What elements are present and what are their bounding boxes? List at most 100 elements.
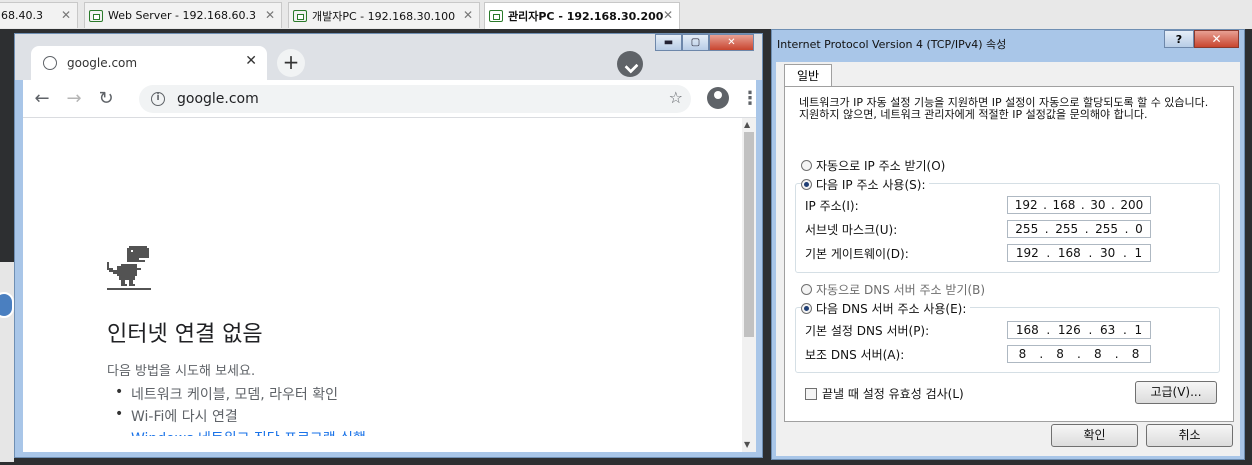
gateway-field[interactable]: 192. 168. 30. 1: [1007, 244, 1151, 262]
vertical-scrollbar[interactable]: ▲ ▼: [742, 118, 756, 452]
manual-dns-radio[interactable]: 다음 DNS 서버 주소 사용(E):: [801, 300, 971, 317]
page-content: 인터넷 연결 없음 다음 방법을 시도해 보세요. 네트워크 케이블, 모뎀, …: [23, 118, 756, 452]
chrome-toolbar: ← → ↻ i google.com ☆ ⋮: [23, 80, 759, 118]
radio-icon: [801, 284, 812, 295]
minimize-button[interactable]: ▬: [655, 34, 682, 51]
ok-button[interactable]: 확인: [1051, 424, 1138, 447]
octet: 255: [1015, 222, 1039, 236]
close-button[interactable]: ✕: [709, 34, 754, 51]
scroll-up-icon[interactable]: ▲: [744, 120, 750, 129]
octet: 30: [1090, 198, 1106, 212]
back-arrow-icon[interactable]: [0, 292, 14, 318]
auto-dns-radio[interactable]: 자동으로 DNS 서버 주소 받기(B): [801, 281, 985, 298]
radio-selected-icon: [801, 303, 812, 314]
url-text: google.com: [177, 91, 259, 107]
close-icon[interactable]: ✕: [61, 8, 71, 22]
preferred-dns-field[interactable]: 168. 126. 63. 1: [1007, 321, 1151, 339]
vm-icon: [293, 9, 307, 22]
octet: 255: [1095, 222, 1119, 236]
gateway-label: 기본 게이트웨이(D):: [805, 247, 909, 261]
vm-tab[interactable]: Web Server - 192.168.60.3 ✕: [84, 2, 282, 28]
vm-tab[interactable]: 68.40.3 ✕: [0, 2, 78, 28]
vm-icon: [89, 9, 103, 22]
alternate-dns-label: 보조 DNS 서버(A):: [805, 348, 905, 362]
octet: 192: [1015, 246, 1039, 260]
error-subtitle: 다음 방법을 시도해 보세요.: [107, 364, 256, 379]
globe-icon: [43, 56, 57, 70]
manual-dns-label: 다음 DNS 서버 주소 사용(E):: [816, 302, 967, 316]
scrollbar-thumb[interactable]: [744, 132, 754, 337]
dialog-title: Internet Protocol Version 4 (TCP/IPv4) 속…: [777, 38, 1007, 51]
dialog-body: 일반 네트워크가 IP 자동 설정 기능을 지원하면 IP 설정이 자동으로 할…: [776, 62, 1240, 456]
close-icon[interactable]: ✕: [463, 8, 473, 22]
vm-tab-active[interactable]: 관리자PC - 192.168.30.200 ✕: [484, 2, 680, 29]
octet: 200: [1120, 198, 1144, 212]
address-bar[interactable]: i google.com ☆: [139, 85, 691, 113]
chrome-window: google.com ✕ + ▬ ▢ ✕ ← → ↻ i google.com …: [14, 33, 763, 458]
forward-button[interactable]: →: [63, 88, 85, 109]
octet: 8: [1056, 347, 1064, 361]
browser-tab-title: google.com: [67, 56, 138, 70]
close-icon[interactable]: ✕: [265, 8, 275, 22]
window-controls: ▬ ▢ ✕: [655, 34, 754, 52]
ipv4-properties-dialog: Internet Protocol Version 4 (TCP/IPv4) 속…: [771, 29, 1245, 460]
advanced-button[interactable]: 고급(V)...: [1135, 381, 1217, 404]
auto-dns-label: 자동으로 DNS 서버 주소 받기(B): [816, 283, 986, 297]
help-button[interactable]: ?: [1164, 30, 1194, 48]
validate-label: 끝낼 때 설정 유효성 검사(L): [822, 387, 964, 401]
new-tab-button[interactable]: +: [277, 49, 305, 77]
octet: 1: [1134, 246, 1143, 260]
dinosaur-icon: [107, 246, 151, 290]
octet: 192: [1014, 198, 1038, 212]
info-icon[interactable]: i: [151, 92, 165, 106]
close-icon[interactable]: ✕: [663, 8, 673, 22]
vm-tab-label: Web Server - 192.168.60.3: [108, 9, 256, 22]
vm-icon: [489, 10, 503, 22]
vm-tab-label: 68.40.3: [1, 9, 43, 22]
reload-button[interactable]: ↻: [95, 88, 117, 109]
radio-icon: [801, 160, 812, 171]
octet: 8: [1094, 347, 1102, 361]
octet: 126: [1057, 323, 1081, 337]
back-button[interactable]: ←: [31, 88, 53, 109]
description-text: 네트워크가 IP 자동 설정 기능을 지원하면 IP 설정이 자동으로 할당되도…: [799, 96, 1209, 121]
octet: 0: [1135, 222, 1143, 236]
octet: 168: [1057, 246, 1081, 260]
vm-tab-label: 개발자PC - 192.168.30.100: [312, 9, 456, 23]
vm-tab-label: 관리자PC - 192.168.30.200: [508, 10, 664, 23]
octet: 168: [1052, 198, 1076, 212]
vm-tab[interactable]: 개발자PC - 192.168.30.100 ✕: [288, 2, 480, 28]
browser-tab[interactable]: google.com ✕: [31, 46, 267, 80]
diagnostics-link[interactable]: Windows 네트워크 진단 프로그램 실행: [131, 428, 366, 436]
alternate-dns-field[interactable]: 8.8.8.8: [1007, 345, 1151, 363]
menu-icon[interactable]: ⋮: [741, 88, 759, 109]
auto-ip-radio[interactable]: 자동으로 IP 주소 받기(O): [801, 157, 945, 174]
close-tab-icon[interactable]: ✕: [245, 53, 257, 69]
suggestion-item: Wi-Fi에 다시 연결: [115, 406, 238, 426]
scroll-down-icon[interactable]: ▼: [744, 440, 750, 449]
octet: 8: [1131, 347, 1140, 361]
octet: 1: [1134, 323, 1143, 337]
subnet-mask-field[interactable]: 255. 255. 255. 0: [1007, 220, 1151, 238]
manual-ip-label: 다음 IP 주소 사용(S):: [816, 178, 926, 192]
chrome-tab-strip: google.com ✕ + ▬ ▢ ✕: [15, 34, 762, 80]
validate-checkbox[interactable]: 끝낼 때 설정 유효성 검사(L): [805, 385, 964, 402]
ip-address-field[interactable]: 192. 168. 30. 200: [1007, 196, 1151, 214]
checkbox-icon: [805, 387, 817, 400]
star-icon[interactable]: ☆: [669, 88, 683, 107]
ip-address-label: IP 주소(I):: [805, 199, 859, 213]
maximize-button[interactable]: ▢: [682, 34, 709, 51]
cancel-button[interactable]: 취소: [1146, 424, 1233, 447]
tab-general[interactable]: 일반: [784, 64, 832, 86]
manual-ip-radio[interactable]: 다음 IP 주소 사용(S):: [801, 176, 930, 193]
vm-tab-bar: 68.40.3 ✕ Web Server - 192.168.60.3 ✕ 개발…: [0, 0, 1252, 30]
tab-search-icon[interactable]: [617, 51, 643, 77]
octet: 255: [1055, 222, 1079, 236]
octet: 168: [1015, 323, 1039, 337]
octet: 30: [1099, 246, 1116, 260]
close-button[interactable]: ✕: [1194, 30, 1239, 48]
account-icon[interactable]: [707, 87, 729, 109]
octet: 63: [1099, 323, 1116, 337]
radio-selected-icon: [801, 179, 812, 190]
octet: 8: [1018, 347, 1027, 361]
